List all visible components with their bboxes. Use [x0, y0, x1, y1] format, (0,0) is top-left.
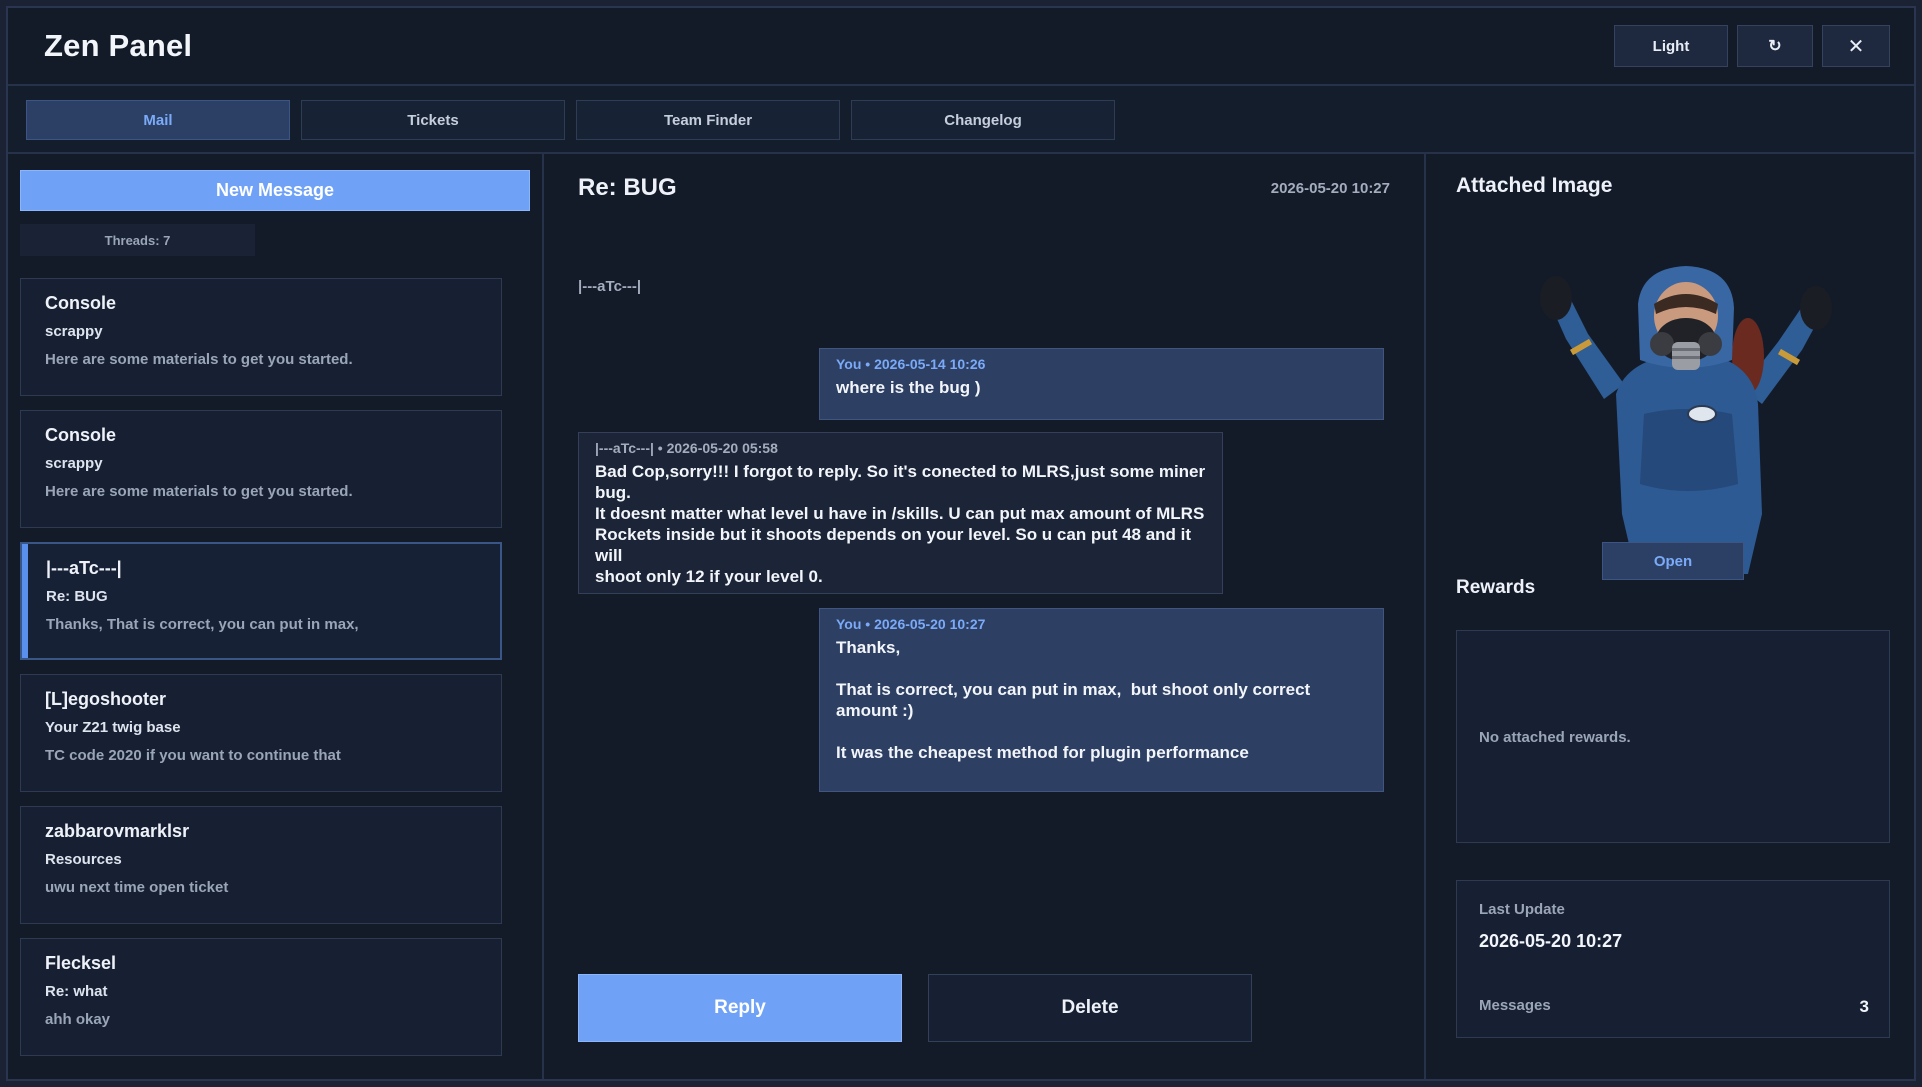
- thread-item[interactable]: Console scrappy Here are some materials …: [20, 278, 502, 396]
- tab-team-finder[interactable]: Team Finder: [576, 100, 840, 140]
- delete-button[interactable]: Delete: [928, 974, 1252, 1042]
- threads-count: Threads: 7: [20, 224, 255, 256]
- close-button[interactable]: ✕: [1822, 25, 1890, 67]
- theme-toggle-button[interactable]: Light: [1614, 25, 1728, 67]
- last-update-value: 2026-05-20 10:27: [1479, 931, 1623, 951]
- conversation-participant: |---aTc---|: [578, 278, 642, 295]
- tab-bar: Mail Tickets Team Finder Changelog: [8, 86, 1914, 154]
- message-meta: You • 2026-05-14 10:26: [836, 356, 986, 372]
- thread-preview: ahh okay: [45, 1011, 111, 1028]
- last-update-label: Last Update: [1479, 901, 1565, 918]
- thread-sidebar: New Message Threads: 7 Console scrappy H…: [8, 154, 544, 1079]
- thread-preview: TC code 2020 if you want to continue tha…: [45, 747, 341, 764]
- thread-subject: Resources: [45, 851, 122, 868]
- thread-subject: Re: what: [45, 983, 108, 1000]
- thread-from: |---aTc---|: [46, 558, 122, 578]
- thread-preview: Here are some materials to get you start…: [45, 483, 353, 500]
- new-message-button[interactable]: New Message: [20, 170, 530, 211]
- rewards-title: Rewards: [1456, 577, 1536, 598]
- thread-item[interactable]: [L]egoshooter Your Z21 twig base TC code…: [20, 674, 502, 792]
- character-portrait-image: [1540, 266, 1832, 574]
- rewards-empty-text: No attached rewards.: [1479, 729, 1631, 746]
- message-body: Bad Cop,sorry!!! I forgot to reply. So i…: [595, 462, 1206, 586]
- messages-label: Messages: [1479, 997, 1551, 1014]
- tab-mail[interactable]: Mail: [26, 100, 290, 140]
- thread-from: Flecksel: [45, 953, 117, 973]
- app-title: Zen Panel: [44, 28, 193, 63]
- zen-panel-window: Zen Panel Light ↻ ✕ Mail Tickets Team Fi…: [6, 6, 1916, 1081]
- message-bubble-outgoing: You • 2026-05-14 10:26 where is the bug …: [819, 348, 1384, 420]
- thread-item[interactable]: Console scrappy Here are some materials …: [20, 410, 502, 528]
- tab-changelog[interactable]: Changelog: [851, 100, 1115, 140]
- thread-from: Console: [45, 293, 117, 313]
- thread-preview: Thanks, That is correct, you can put in …: [46, 616, 359, 633]
- thread-item[interactable]: zabbarovmarklsr Resources uwu next time …: [20, 806, 502, 924]
- thread-item-selected[interactable]: |---aTc---| Re: BUG Thanks, That is corr…: [20, 542, 502, 660]
- thread-info-box: Last Update 2026-05-20 10:27 Messages 3: [1456, 880, 1890, 1038]
- thread-subject: scrappy: [45, 323, 103, 340]
- conversation-title: Re: BUG: [578, 174, 677, 201]
- message-meta: |---aTc---| • 2026-05-20 05:58: [595, 440, 778, 456]
- conversation-date: 2026-05-20 10:27: [1270, 180, 1390, 197]
- message-meta: You • 2026-05-20 10:27: [836, 616, 986, 632]
- open-image-button[interactable]: Open: [1602, 542, 1744, 580]
- details-panel: Attached Image Open Rewards No attached …: [1426, 154, 1914, 1079]
- thread-subject: Your Z21 twig base: [45, 719, 181, 736]
- thread-item[interactable]: Flecksel Re: what ahh okay: [20, 938, 502, 1056]
- reply-button[interactable]: Reply: [578, 974, 902, 1042]
- thread-subject: scrappy: [45, 455, 103, 472]
- conversation-panel: Re: BUG 2026-05-20 10:27 |---aTc---| You…: [544, 154, 1426, 1079]
- selected-indicator: [22, 544, 28, 658]
- thread-from: zabbarovmarklsr: [45, 821, 190, 841]
- thread-subject: Re: BUG: [46, 588, 108, 605]
- attached-image-title: Attached Image: [1456, 174, 1613, 197]
- attached-image: [1526, 264, 1846, 574]
- messages-count: 3: [1859, 997, 1869, 1016]
- refresh-button[interactable]: ↻: [1737, 25, 1813, 67]
- message-bubble-outgoing: You • 2026-05-20 10:27 Thanks, That is c…: [819, 608, 1384, 792]
- header: Zen Panel Light ↻ ✕: [8, 8, 1914, 86]
- thread-preview: uwu next time open ticket: [45, 879, 229, 896]
- refresh-icon: ↻: [1768, 38, 1782, 55]
- tab-tickets[interactable]: Tickets: [301, 100, 565, 140]
- message-bubble-incoming: |---aTc---| • 2026-05-20 05:58 Bad Cop,s…: [578, 432, 1223, 594]
- message-body: where is the bug ): [836, 378, 981, 397]
- message-body: Thanks, That is correct, you can put in …: [836, 638, 1311, 762]
- thread-from: Console: [45, 425, 117, 445]
- rewards-box: No attached rewards.: [1456, 630, 1890, 843]
- close-icon: ✕: [1847, 35, 1865, 58]
- thread-from: [L]egoshooter: [45, 689, 166, 709]
- thread-preview: Here are some materials to get you start…: [45, 351, 353, 368]
